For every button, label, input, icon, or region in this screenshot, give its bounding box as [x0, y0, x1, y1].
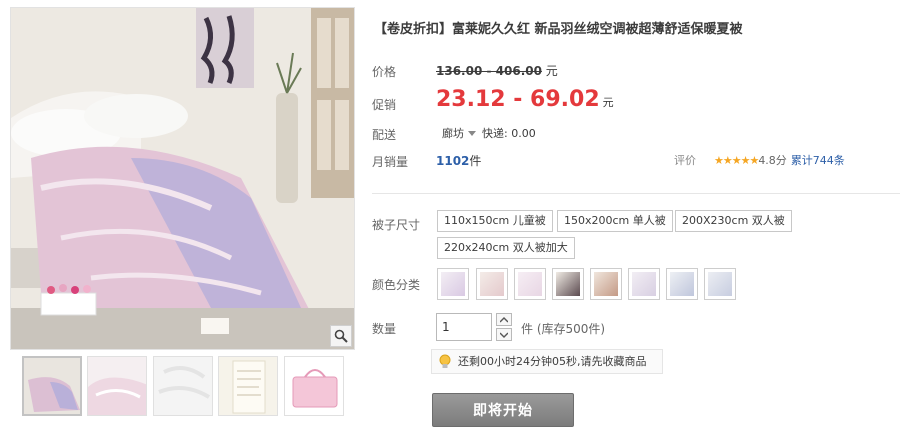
coming-soon-button[interactable]: 即将开始 [432, 393, 574, 427]
color-swatch-5[interactable] [590, 268, 622, 300]
shipping-location[interactable]: 廊坊 [442, 127, 464, 140]
shipping-info: 廊坊 快递: 0.00 [442, 125, 536, 141]
original-price: 136.00 - 406.00 元 [436, 62, 558, 79]
star-rating-icon: ★★★★★ [714, 154, 759, 167]
color-swatch-1[interactable] [437, 268, 469, 300]
sales-unit: 件 [469, 154, 482, 168]
thumbnail-1[interactable] [22, 356, 82, 416]
bedding-photo [11, 8, 354, 349]
chevron-up-icon [500, 316, 508, 322]
thumbnail-4[interactable] [218, 356, 278, 416]
thumbnail-2[interactable] [87, 356, 147, 416]
quantity-input[interactable] [436, 313, 492, 341]
promo-price-currency: 元 [602, 96, 614, 109]
color-swatch-8[interactable] [704, 268, 736, 300]
sales-label: 月销量 [372, 155, 409, 169]
rating-label: 评价 [674, 154, 696, 167]
rating-score: 4.8分 [758, 154, 787, 167]
thumbnail-3[interactable] [153, 356, 213, 416]
promo-price-value: 23.12 - 69.02 [436, 87, 600, 112]
quantity-label: 数量 [372, 322, 397, 336]
quantity-decrease-button[interactable] [496, 328, 512, 341]
review-count-link[interactable]: 累计744条 [791, 154, 845, 167]
lightbulb-icon [439, 354, 451, 378]
color-swatch-2[interactable] [476, 268, 508, 300]
promo-label: 促销 [372, 98, 397, 112]
thumbnail-strip [10, 352, 355, 422]
original-price-currency: 元 [545, 64, 558, 78]
chevron-down-icon[interactable] [468, 131, 476, 136]
tip-text: 还剩00小时24分钟05秒,请先收藏商品 [458, 355, 647, 368]
promo-price: 23.12 - 69.02 元 [436, 87, 614, 112]
size-label: 被子尺寸 [372, 218, 421, 232]
chevron-down-icon [500, 332, 508, 338]
magnifier-icon [334, 329, 348, 343]
shipping-fee: 快递: 0.00 [482, 127, 536, 140]
color-swatch-4[interactable] [552, 268, 584, 300]
color-swatch-6[interactable] [628, 268, 660, 300]
countdown-tip: 还剩00小时24分钟05秒,请先收藏商品 [431, 349, 663, 374]
price-label: 价格 [372, 65, 397, 79]
original-price-value: 136.00 - 406.00 [436, 64, 542, 78]
size-option-110x150[interactable]: 110x150cm 儿童被 [437, 210, 553, 232]
divider [372, 193, 900, 194]
color-swatch-7[interactable] [666, 268, 698, 300]
color-label: 颜色分类 [372, 278, 421, 292]
shipping-label: 配送 [372, 128, 397, 142]
product-title: 【卷皮折扣】富莱妮久久红 新品羽丝绒空调被超薄舒适保暖夏被 [374, 22, 743, 37]
color-swatch-3[interactable] [514, 268, 546, 300]
rating: 评价 ★★★★★4.8分 累计744条 [674, 152, 845, 168]
thumbnail-5[interactable] [284, 356, 344, 416]
main-product-image[interactable] [10, 7, 355, 350]
size-option-220x240[interactable]: 220x240cm 双人被加大 [437, 237, 575, 259]
stock-info: 件 (库存500件) [521, 322, 606, 336]
sales-count: 1102 [436, 154, 470, 168]
size-option-200x230[interactable]: 200X230cm 双人被 [675, 210, 792, 232]
zoom-button[interactable] [330, 325, 352, 347]
quantity-increase-button[interactable] [496, 313, 512, 326]
size-option-150x200[interactable]: 150x200cm 单人被 [557, 210, 673, 232]
monthly-sales: 1102件 [436, 152, 481, 169]
